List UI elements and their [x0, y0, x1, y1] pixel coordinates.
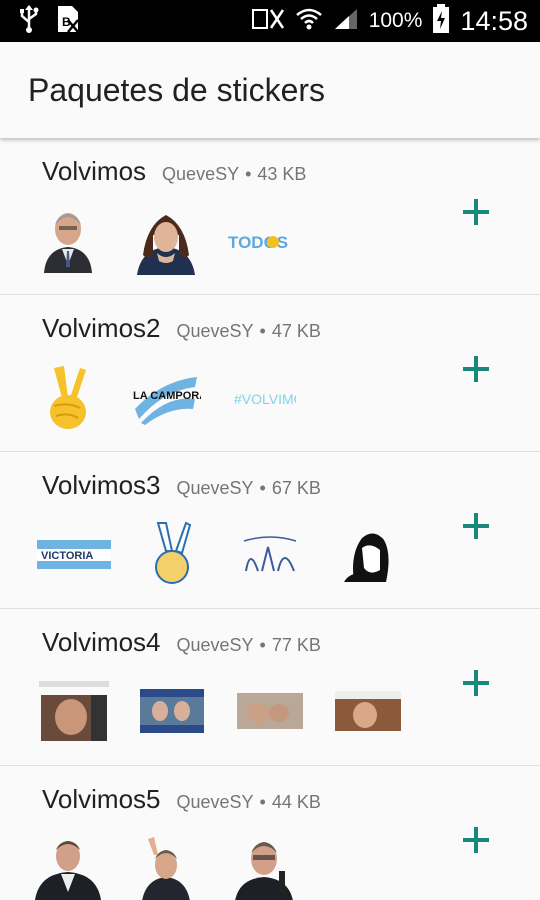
- plus-icon: [463, 356, 489, 382]
- pack-name: Volvimos5: [42, 784, 161, 814]
- sticker-preview: [126, 832, 206, 900]
- add-pack-button[interactable]: [454, 190, 498, 234]
- pack-name: Volvimos2: [42, 313, 161, 343]
- sticker-preview: [28, 361, 108, 433]
- add-pack-button[interactable]: [454, 818, 498, 862]
- pack-size: 67 KB: [271, 478, 321, 498]
- pack-size: 77 KB: [271, 635, 321, 655]
- plus-icon: [463, 670, 489, 696]
- sticker-preview: [132, 675, 212, 747]
- sticker-pack-item[interactable]: Volvimos2 QueveSY • 47 KB LA CAMPORA #VO…: [0, 295, 540, 452]
- mute-icon: [251, 6, 285, 37]
- separator-dot: •: [259, 792, 266, 812]
- sticker-pack-item[interactable]: Volvimos4 QueveSY • 77 KB: [0, 609, 540, 766]
- plus-icon: [463, 827, 489, 853]
- separator-dot: •: [259, 478, 266, 498]
- separator-dot: •: [245, 164, 252, 184]
- add-pack-button[interactable]: [454, 661, 498, 705]
- sticker-preview: [224, 832, 304, 900]
- sticker-preview-row: LA CAMPORA #VOLVIMOS: [28, 361, 304, 433]
- sticker-preview-row: [28, 832, 304, 900]
- sticker-pack-item[interactable]: Volvimos3 QueveSY • 67 KB VICTORIA: [0, 452, 540, 609]
- sticker-text: LA CAMPORA: [133, 390, 201, 402]
- pack-header: Volvimos4 QueveSY • 77 KB: [42, 627, 321, 658]
- sticker-preview: [28, 204, 108, 276]
- pack-header: Volvimos QueveSY • 43 KB: [42, 156, 306, 187]
- sticker-preview: [28, 832, 108, 900]
- pack-author: QueveSY: [162, 164, 240, 184]
- pack-header: Volvimos5 QueveSY • 44 KB: [42, 784, 321, 815]
- sticker-preview: [34, 675, 114, 747]
- pack-author: QueveSY: [176, 635, 254, 655]
- plus-icon: [463, 513, 489, 539]
- page-title: Paquetes de stickers: [28, 71, 326, 108]
- app-bar: Paquetes de stickers: [0, 42, 540, 138]
- sticker-preview: [230, 675, 310, 747]
- pack-header: Volvimos2 QueveSY • 47 KB: [42, 313, 321, 344]
- plus-icon: [463, 199, 489, 225]
- pack-header: Volvimos3 QueveSY • 67 KB: [42, 470, 321, 501]
- sticker-preview-row: VICTORIA: [34, 518, 408, 590]
- sticker-preview: TODOS: [224, 204, 304, 276]
- sticker-preview-row: TODOS: [28, 204, 304, 276]
- pack-name: Volvimos3: [42, 470, 161, 500]
- pack-size: 43 KB: [257, 164, 307, 184]
- pack-author: QueveSY: [176, 792, 254, 812]
- sticker-pack-item[interactable]: Volvimos QueveSY • 43 KB TODOS: [0, 138, 540, 295]
- sticker-preview: LA CAMPORA: [126, 361, 206, 433]
- sticker-pack-list[interactable]: Volvimos QueveSY • 43 KB TODOS Volvimos2…: [0, 138, 540, 900]
- sticker-preview: [126, 204, 206, 276]
- sticker-pack-item[interactable]: Volvimos5 QueveSY • 44 KB: [0, 766, 540, 900]
- pack-author: QueveSY: [176, 321, 254, 341]
- wifi-icon: [295, 7, 323, 36]
- battery-percent: 100%: [368, 9, 423, 32]
- usb-icon: [18, 4, 40, 39]
- sticker-preview: VICTORIA: [34, 518, 114, 590]
- sticker-preview: [230, 518, 310, 590]
- sticker-text: VICTORIA: [41, 550, 93, 562]
- sticker-preview-row: [34, 675, 408, 747]
- pack-size: 47 KB: [271, 321, 321, 341]
- pack-size: 44 KB: [271, 792, 321, 812]
- sticker-preview: [328, 675, 408, 747]
- signal-icon: [333, 7, 359, 36]
- separator-dot: •: [259, 321, 266, 341]
- sticker-preview: [132, 518, 212, 590]
- battery-charging-icon: [432, 3, 450, 39]
- pack-name: Volvimos4: [42, 627, 161, 657]
- separator-dot: •: [259, 635, 266, 655]
- pack-name: Volvimos: [42, 156, 147, 186]
- add-pack-button[interactable]: [454, 504, 498, 548]
- sticker-text: #VOLVIMOS: [234, 391, 296, 407]
- pack-author: QueveSY: [176, 478, 254, 498]
- status-bar: B 100% 14:58: [0, 0, 540, 42]
- clock: 14:58: [460, 5, 528, 36]
- sticker-preview: #VOLVIMOS: [224, 361, 304, 433]
- file-icon: B: [56, 4, 82, 39]
- sticker-text: TODOS: [228, 233, 288, 252]
- sticker-preview: [328, 518, 408, 590]
- add-pack-button[interactable]: [454, 347, 498, 391]
